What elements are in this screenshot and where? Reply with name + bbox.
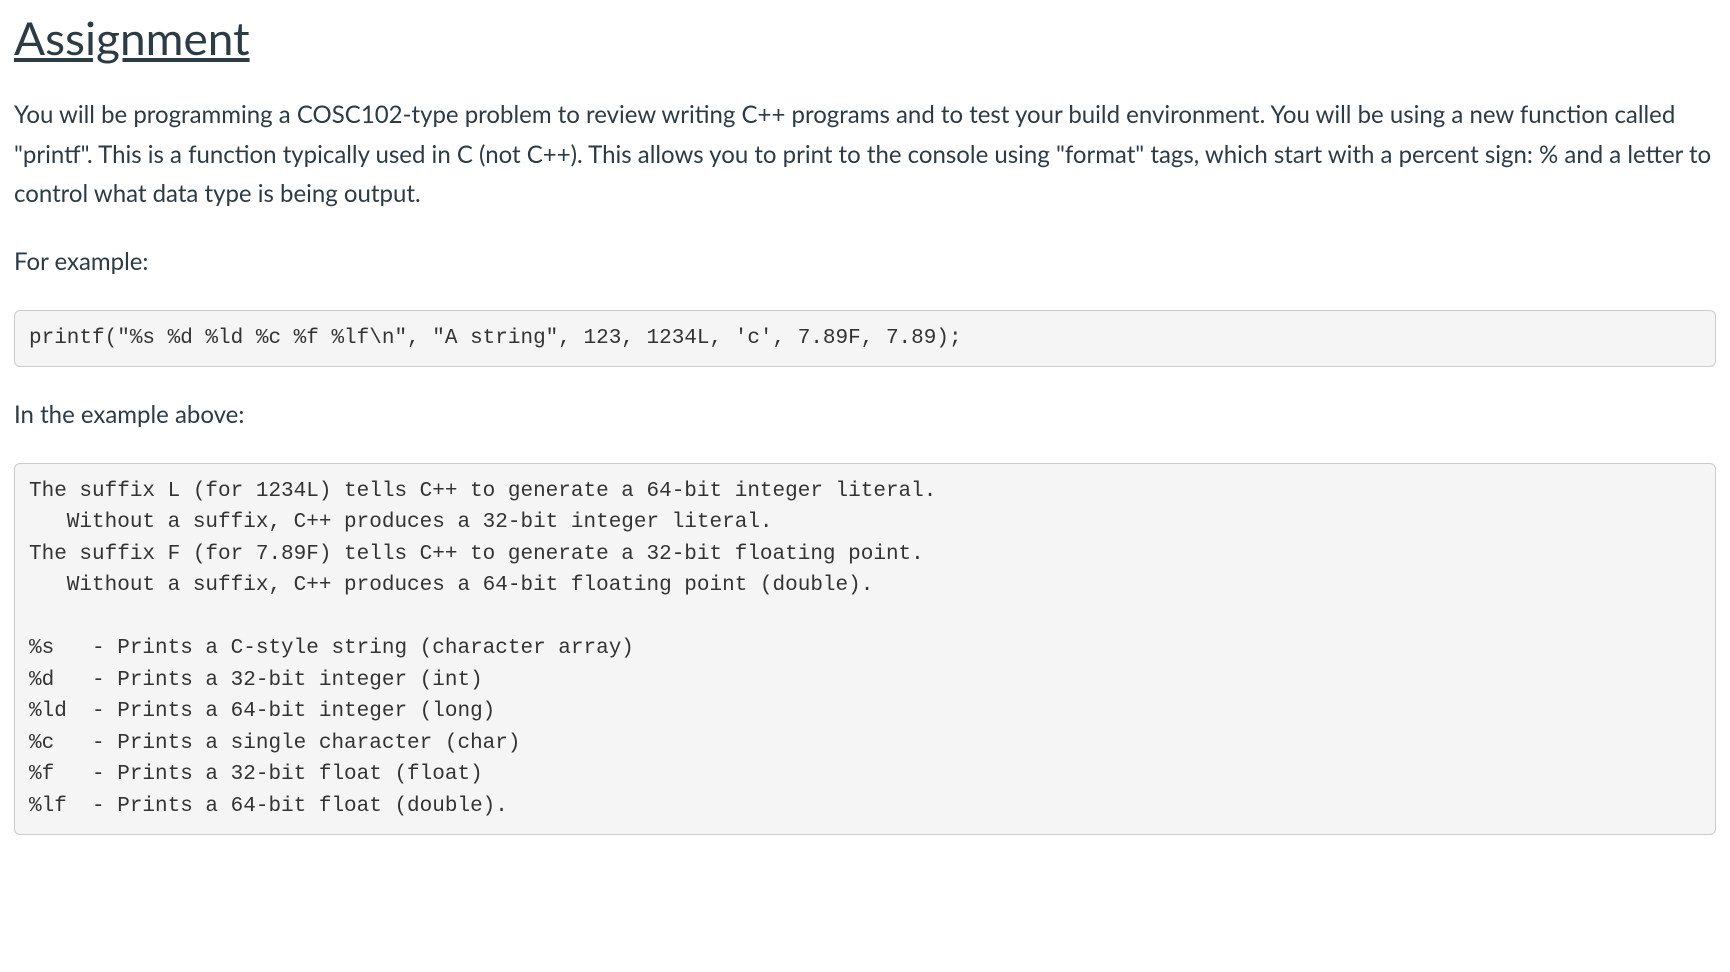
in-example-above-label: In the example above:	[14, 395, 1716, 435]
explanation-block: The suffix L (for 1234L) tells C++ to ge…	[14, 463, 1716, 836]
code-example-block: printf("%s %d %ld %c %f %lf\n", "A strin…	[14, 310, 1716, 368]
assignment-heading: Assignment	[14, 10, 1716, 65]
for-example-label: For example:	[14, 242, 1716, 282]
intro-paragraph: You will be programming a COSC102-type p…	[14, 95, 1716, 214]
